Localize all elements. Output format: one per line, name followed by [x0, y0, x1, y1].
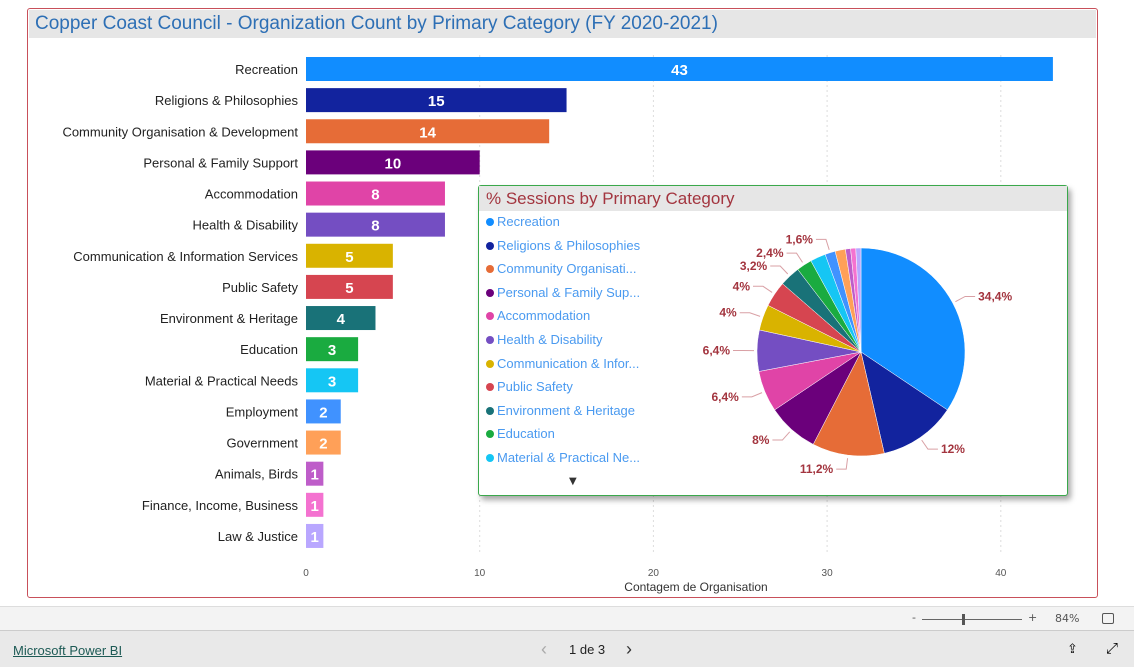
leader-line	[772, 431, 791, 441]
leader-line	[921, 439, 938, 450]
prev-page-button[interactable]: ‹	[541, 639, 547, 660]
y-tick-label: Accommodation	[205, 187, 298, 202]
pie-data-label: 11,2%	[800, 462, 834, 476]
data-label: 14	[419, 124, 436, 141]
pie-data-label: 6,4%	[703, 344, 731, 358]
zoom-out-button[interactable]: -	[912, 611, 916, 624]
zoom-slider-handle[interactable]	[962, 614, 965, 625]
y-tick-label: Religions & Philosophies	[155, 93, 299, 108]
data-label: 1	[311, 498, 319, 515]
data-label: 1	[311, 467, 319, 484]
zoom-in-button[interactable]: +	[1028, 611, 1037, 624]
pie-data-label: 1,6%	[786, 232, 814, 246]
page-indicator: 1 de 3	[569, 642, 606, 657]
y-tick-label: Law & Justice	[218, 529, 298, 544]
data-label: 3	[328, 373, 336, 390]
data-label: 5	[345, 249, 353, 266]
y-tick-label: Environment & Heritage	[160, 311, 298, 326]
footer: Microsoft Power BI ‹ 1 de 3 › ⇪ ⤢	[0, 631, 1134, 667]
y-tick-label: Public Safety	[222, 280, 298, 295]
power-bi-link[interactable]: Microsoft Power BI	[13, 643, 122, 658]
y-tick-label: Finance, Income, Business	[142, 498, 299, 513]
pie-chart: 34,4% 12% 11,2% 8% 6,4% 6,4% 4% 4% 3,2%2,4%1,6%	[703, 232, 1013, 476]
x-tick-label: 30	[822, 568, 834, 579]
data-label: 1	[311, 529, 319, 546]
pie-data-label: 3,2%	[740, 259, 768, 273]
x-tick-label: 20	[648, 568, 660, 579]
data-label: 3	[328, 342, 336, 359]
leader-line	[836, 458, 849, 470]
leader-line	[955, 295, 976, 303]
data-label: 5	[345, 280, 353, 297]
x-tick-label: 10	[474, 568, 486, 579]
y-tick-label: Animals, Birds	[215, 467, 299, 482]
data-label: 2	[319, 436, 327, 453]
leader-line	[752, 285, 773, 293]
pie-data-label: 4%	[719, 306, 737, 320]
y-tick-label: Health & Disability	[193, 218, 299, 233]
pie-data-label: 4%	[733, 279, 751, 293]
data-label: 15	[428, 93, 445, 110]
leader-line	[770, 265, 789, 275]
data-label: 8	[371, 187, 379, 204]
y-tick-label: Education	[240, 342, 298, 357]
y-tick-label: Personal & Family Support	[143, 155, 298, 170]
data-label: 4	[337, 311, 346, 328]
zoom-level: 84%	[1055, 612, 1080, 625]
data-label: 43	[671, 62, 688, 79]
data-label: 8	[371, 218, 379, 235]
pie-data-label: 12%	[941, 442, 965, 456]
pie-data-label: 8%	[752, 433, 770, 447]
x-tick-label: 40	[995, 568, 1007, 579]
fit-page-icon[interactable]	[1102, 613, 1114, 624]
y-tick-label: Communication & Information Services	[73, 249, 298, 264]
leader-line	[815, 238, 830, 250]
y-tick-label: Community Organisation & Development	[62, 124, 298, 139]
y-tick-label: Recreation	[235, 62, 298, 77]
data-label: 2	[319, 404, 327, 421]
data-label: 10	[385, 155, 402, 172]
pie-data-label: 6,4%	[711, 390, 739, 404]
leader-line	[741, 392, 763, 398]
pie-data-label: 2,4%	[756, 246, 784, 260]
zoom-slider[interactable]	[922, 614, 1022, 625]
pie-chart-visual[interactable]: % Sessions by Primary Category Recreatio…	[478, 185, 1068, 496]
y-tick-label: Employment	[226, 404, 299, 419]
y-tick-label: Material & Practical Needs	[145, 373, 299, 388]
x-axis-title: Contagem de Organisation	[624, 580, 767, 594]
zoom-bar: - + 84%	[0, 606, 1134, 631]
share-icon[interactable]: ⇪	[1067, 641, 1078, 657]
y-tick-label: Government	[226, 436, 298, 451]
fullscreen-icon[interactable]: ⤢	[1106, 640, 1118, 657]
x-tick-label: 0	[303, 568, 309, 579]
leader-line	[786, 252, 803, 263]
leader-line	[739, 312, 761, 317]
pie-data-label: 34,4%	[978, 289, 1012, 303]
next-page-button[interactable]: ›	[626, 639, 632, 660]
